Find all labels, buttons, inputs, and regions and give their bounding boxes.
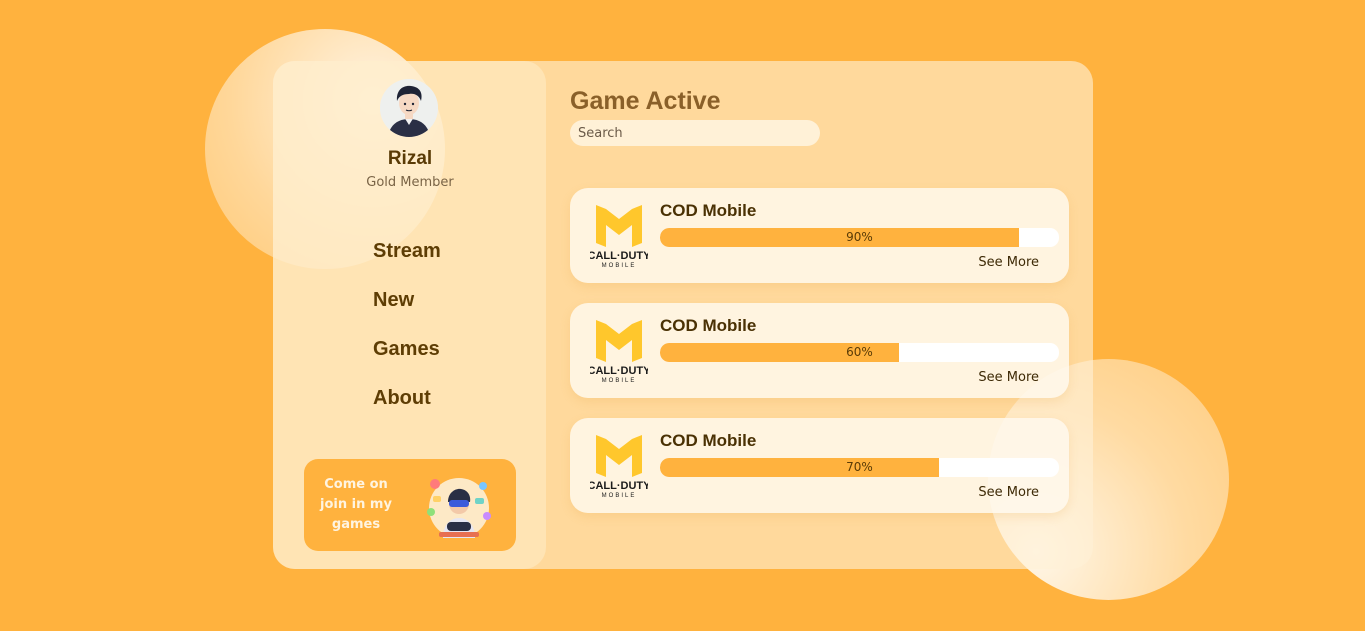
- progress-label: 60%: [846, 345, 873, 359]
- nav-item-about[interactable]: About: [373, 387, 431, 410]
- promo-text: Come on join in my games: [320, 477, 392, 532]
- game-card: CALL·DUTY MOBILE COD Mobile 70% See More: [570, 418, 1069, 513]
- progress-label: 70%: [846, 460, 873, 474]
- gamer-illustration-icon: [427, 478, 491, 538]
- progress-label: 90%: [846, 230, 873, 244]
- game-name: COD Mobile: [660, 316, 757, 335]
- cod-mobile-logo-icon: CALL·DUTY MOBILE: [590, 435, 648, 499]
- page-title: Game Active: [570, 87, 721, 115]
- game-name: COD Mobile: [660, 431, 757, 450]
- see-more-link[interactable]: See More: [978, 255, 1039, 270]
- svg-text:MOBILE: MOBILE: [602, 493, 637, 499]
- svg-text:CALL·DUTY: CALL·DUTY: [590, 365, 648, 377]
- cod-mobile-logo-icon: CALL·DUTY MOBILE: [590, 320, 648, 384]
- see-more-link[interactable]: See More: [978, 370, 1039, 385]
- user-avatar-icon: [380, 79, 438, 137]
- see-more-link[interactable]: See More: [978, 485, 1039, 500]
- progress-bar: 70%: [660, 458, 1059, 477]
- nav-item-stream[interactable]: Stream: [373, 240, 441, 263]
- game-card: CALL·DUTY MOBILE COD Mobile 90% See More: [570, 188, 1069, 283]
- game-card: CALL·DUTY MOBILE COD Mobile 60% See More: [570, 303, 1069, 398]
- svg-text:CALL·DUTY: CALL·DUTY: [590, 250, 648, 262]
- progress-bar: 60%: [660, 343, 1059, 362]
- profile-tier: Gold Member: [366, 175, 454, 190]
- nav-item-new[interactable]: New: [373, 289, 414, 312]
- game-name: COD Mobile: [660, 201, 757, 220]
- avatar[interactable]: [380, 79, 438, 137]
- nav-item-games[interactable]: Games: [373, 338, 440, 361]
- search-input[interactable]: [570, 120, 820, 146]
- svg-text:MOBILE: MOBILE: [602, 263, 637, 269]
- cod-mobile-logo-icon: CALL·DUTY MOBILE: [590, 205, 648, 269]
- progress-bar: 90%: [660, 228, 1059, 247]
- profile-name: Rizal: [387, 148, 433, 169]
- svg-text:CALL·DUTY: CALL·DUTY: [590, 480, 648, 492]
- svg-text:MOBILE: MOBILE: [602, 378, 637, 384]
